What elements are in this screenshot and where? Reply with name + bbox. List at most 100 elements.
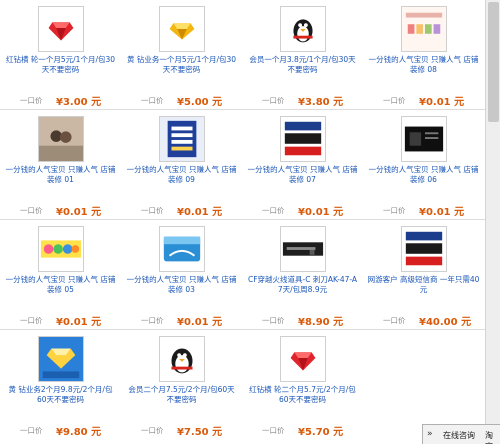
price-label: 一口价 — [262, 96, 285, 105]
product-card: 黄 钻业务2个月9.8元/2个月/包60天不要密码 一口价 ¥9.80 元 — [0, 330, 121, 440]
product-price: ¥3.00 元 — [56, 97, 102, 108]
price-label: 一口价 — [20, 316, 43, 325]
product-price: ¥5.00 元 — [177, 97, 223, 108]
product-card: CF穿越火线道具-C 刺刀AK-47-A 7天/包周8.9元 一口价 ¥8.90… — [242, 220, 363, 330]
price-label: 一口价 — [383, 206, 406, 215]
price-row: 一口价 ¥5.00 元 — [121, 93, 242, 108]
scrollbar-thumb[interactable] — [488, 2, 499, 122]
product-card: 一分钱的人气宝贝 只赚人气 店铺装修 03 一口价 ¥0.01 元 — [121, 220, 242, 330]
price-row: 一口价 ¥0.01 元 — [363, 93, 484, 108]
price-row: 一口价 ¥40.00 元 — [363, 313, 484, 328]
qq-penguin-icon[interactable] — [159, 336, 205, 382]
couple-photo-icon[interactable] — [38, 116, 84, 162]
taobao-link[interactable]: 淘宝 — [485, 430, 500, 444]
product-price: ¥0.01 元 — [419, 207, 465, 218]
agent-banner-icon[interactable] — [280, 116, 326, 162]
price-label: 一口价 — [141, 316, 164, 325]
product-card: 红钻横 轮一个月5元/1个月/包30天不要密码 一口价 ¥3.00 元 — [0, 0, 121, 110]
product-grid: 红钻横 轮一个月5元/1个月/包30天不要密码 一口价 ¥3.00 元 黄 钻业… — [0, 0, 485, 444]
product-title[interactable]: 一分钱的人气宝贝 只赚人气 店铺装修 06 — [367, 165, 480, 191]
product-card: 一分钱的人气宝贝 只赚人气 店铺装修 07 一口价 ¥0.01 元 — [242, 110, 363, 220]
price-label: 一口价 — [141, 96, 164, 105]
product-price: ¥8.90 元 — [298, 317, 344, 328]
product-price: ¥5.70 元 — [298, 427, 344, 438]
product-price: ¥0.01 元 — [56, 317, 102, 328]
yellow-diamond-icon[interactable] — [159, 6, 205, 52]
price-list-card-icon[interactable] — [159, 116, 205, 162]
product-card: 一分钱的人气宝贝 只赚人气 店铺装修 09 一口价 ¥0.01 元 — [121, 110, 242, 220]
expand-arrow-icon[interactable]: » — [427, 429, 433, 439]
product-card: 网游客户 高级短信商 一年只需40元 一口价 ¥40.00 元 — [363, 220, 484, 330]
price-row: 一口价 ¥0.01 元 — [0, 313, 121, 328]
price-row: 一口价 ¥9.80 元 — [0, 423, 121, 438]
price-row: 一口价 ¥3.80 元 — [242, 93, 363, 108]
price-row: 一口价 ¥3.00 元 — [0, 93, 121, 108]
price-row: 一口价 ¥0.01 元 — [363, 203, 484, 218]
agent-banner-icon[interactable] — [401, 226, 447, 272]
price-row: 一口价 ¥7.50 元 — [121, 423, 242, 438]
product-card: 一分钱的人气宝贝 只赚人气 店铺装修 08 一口价 ¥0.01 元 — [363, 0, 484, 110]
product-title[interactable]: 黄 钻业务一个月5元/1个月/包30天不要密码 — [125, 55, 238, 81]
price-row: 一口价 ¥0.01 元 — [121, 203, 242, 218]
product-title[interactable]: 红钻横 轮二个月5.7元/2个月/包60天不要密码 — [246, 385, 359, 411]
welcome-banner-icon[interactable] — [38, 226, 84, 272]
qq-shop-diamond-icon[interactable] — [38, 336, 84, 382]
product-price: ¥0.01 元 — [177, 207, 223, 218]
product-price: ¥9.80 元 — [56, 427, 102, 438]
product-row: 红钻横 轮一个月5元/1个月/包30天不要密码 一口价 ¥3.00 元 黄 钻业… — [0, 0, 485, 110]
product-title[interactable]: 一分钱的人气宝贝 只赚人气 店铺装修 03 — [125, 275, 238, 301]
product-price: ¥7.50 元 — [177, 427, 223, 438]
price-row: 一口价 ¥5.70 元 — [242, 423, 363, 438]
product-card: 黄 钻业务一个月5元/1个月/包30天不要密码 一口价 ¥5.00 元 — [121, 0, 242, 110]
price-label: 一口价 — [262, 426, 285, 435]
product-title[interactable]: CF穿越火线道具-C 刺刀AK-47-A 7天/包周8.9元 — [246, 275, 359, 301]
product-row: 黄 钻业务2个月9.8元/2个月/包60天不要密码 一口价 ¥9.80 元 会员… — [0, 330, 485, 444]
product-title[interactable]: 一分钱的人气宝贝 只赚人气 店铺装修 07 — [246, 165, 359, 191]
bottom-toolbar: » 在线咨询 淘宝 — [422, 424, 500, 444]
product-title[interactable]: 红钻横 轮一个月5元/1个月/包30天不要密码 — [4, 55, 117, 81]
product-price: ¥0.01 元 — [56, 207, 102, 218]
product-title[interactable]: 一分钱的人气宝贝 只赚人气 店铺装修 09 — [125, 165, 238, 191]
product-title[interactable]: 会员一个月3.8元/1个月/包30天不要密码 — [246, 55, 359, 81]
product-card: 会员二个月7.5元/2个月/包60天不要密码 一口价 ¥7.50 元 — [121, 330, 242, 440]
price-label: 一口价 — [383, 316, 406, 325]
qq-penguin-icon[interactable] — [280, 6, 326, 52]
price-label: 一口价 — [262, 206, 285, 215]
vertical-scrollbar[interactable] — [485, 0, 500, 444]
store-banner-icon[interactable] — [401, 6, 447, 52]
product-title[interactable]: 黄 钻业务2个月9.8元/2个月/包60天不要密码 — [4, 385, 117, 411]
product-card: 一分钱的人气宝贝 只赚人气 店铺装修 01 一口价 ¥0.01 元 — [0, 110, 121, 220]
product-card: 红钻横 轮二个月5.7元/2个月/包60天不要密码 一口价 ¥5.70 元 — [242, 330, 363, 440]
online-consult-link[interactable]: 在线咨询 — [443, 430, 475, 441]
price-label: 一口价 — [20, 426, 43, 435]
price-row: 一口价 ¥8.90 元 — [242, 313, 363, 328]
product-card: 一分钱的人气宝贝 只赚人气 店铺装修 06 一口价 ¥0.01 元 — [363, 110, 484, 220]
price-label: 一口价 — [20, 206, 43, 215]
product-row: 一分钱的人气宝贝 只赚人气 店铺装修 01 一口价 ¥0.01 元 一分钱的人气… — [0, 110, 485, 220]
product-price: ¥3.80 元 — [298, 97, 344, 108]
product-price: ¥0.01 元 — [419, 97, 465, 108]
product-title[interactable]: 一分钱的人气宝贝 只赚人气 店铺装修 08 — [367, 55, 480, 81]
product-title[interactable]: 会员二个月7.5元/2个月/包60天不要密码 — [125, 385, 238, 411]
product-price: ¥0.01 元 — [177, 317, 223, 328]
product-price: ¥0.01 元 — [298, 207, 344, 218]
price-label: 一口价 — [141, 426, 164, 435]
product-card: 一分钱的人气宝贝 只赚人气 店铺装修 05 一口价 ¥0.01 元 — [0, 220, 121, 330]
game-weapon-icon[interactable] — [280, 226, 326, 272]
price-label: 一口价 — [141, 206, 164, 215]
blue-card-icon[interactable] — [159, 226, 205, 272]
product-price: ¥40.00 元 — [419, 317, 472, 328]
red-diamond-icon[interactable] — [38, 6, 84, 52]
price-label: 一口价 — [20, 96, 43, 105]
product-title[interactable]: 一分钱的人气宝贝 只赚人气 店铺装修 05 — [4, 275, 117, 301]
price-row: 一口价 ¥0.01 元 — [121, 313, 242, 328]
product-row: 一分钱的人气宝贝 只赚人气 店铺装修 05 一口价 ¥0.01 元 一分钱的人气… — [0, 220, 485, 330]
dark-screen-icon[interactable] — [401, 116, 447, 162]
product-card: 会员一个月3.8元/1个月/包30天不要密码 一口价 ¥3.80 元 — [242, 0, 363, 110]
product-title[interactable]: 网游客户 高级短信商 一年只需40元 — [367, 275, 480, 301]
price-label: 一口价 — [383, 96, 406, 105]
red-diamond-icon[interactable] — [280, 336, 326, 382]
product-title[interactable]: 一分钱的人气宝贝 只赚人气 店铺装修 01 — [4, 165, 117, 191]
price-label: 一口价 — [262, 316, 285, 325]
price-row: 一口价 ¥0.01 元 — [242, 203, 363, 218]
